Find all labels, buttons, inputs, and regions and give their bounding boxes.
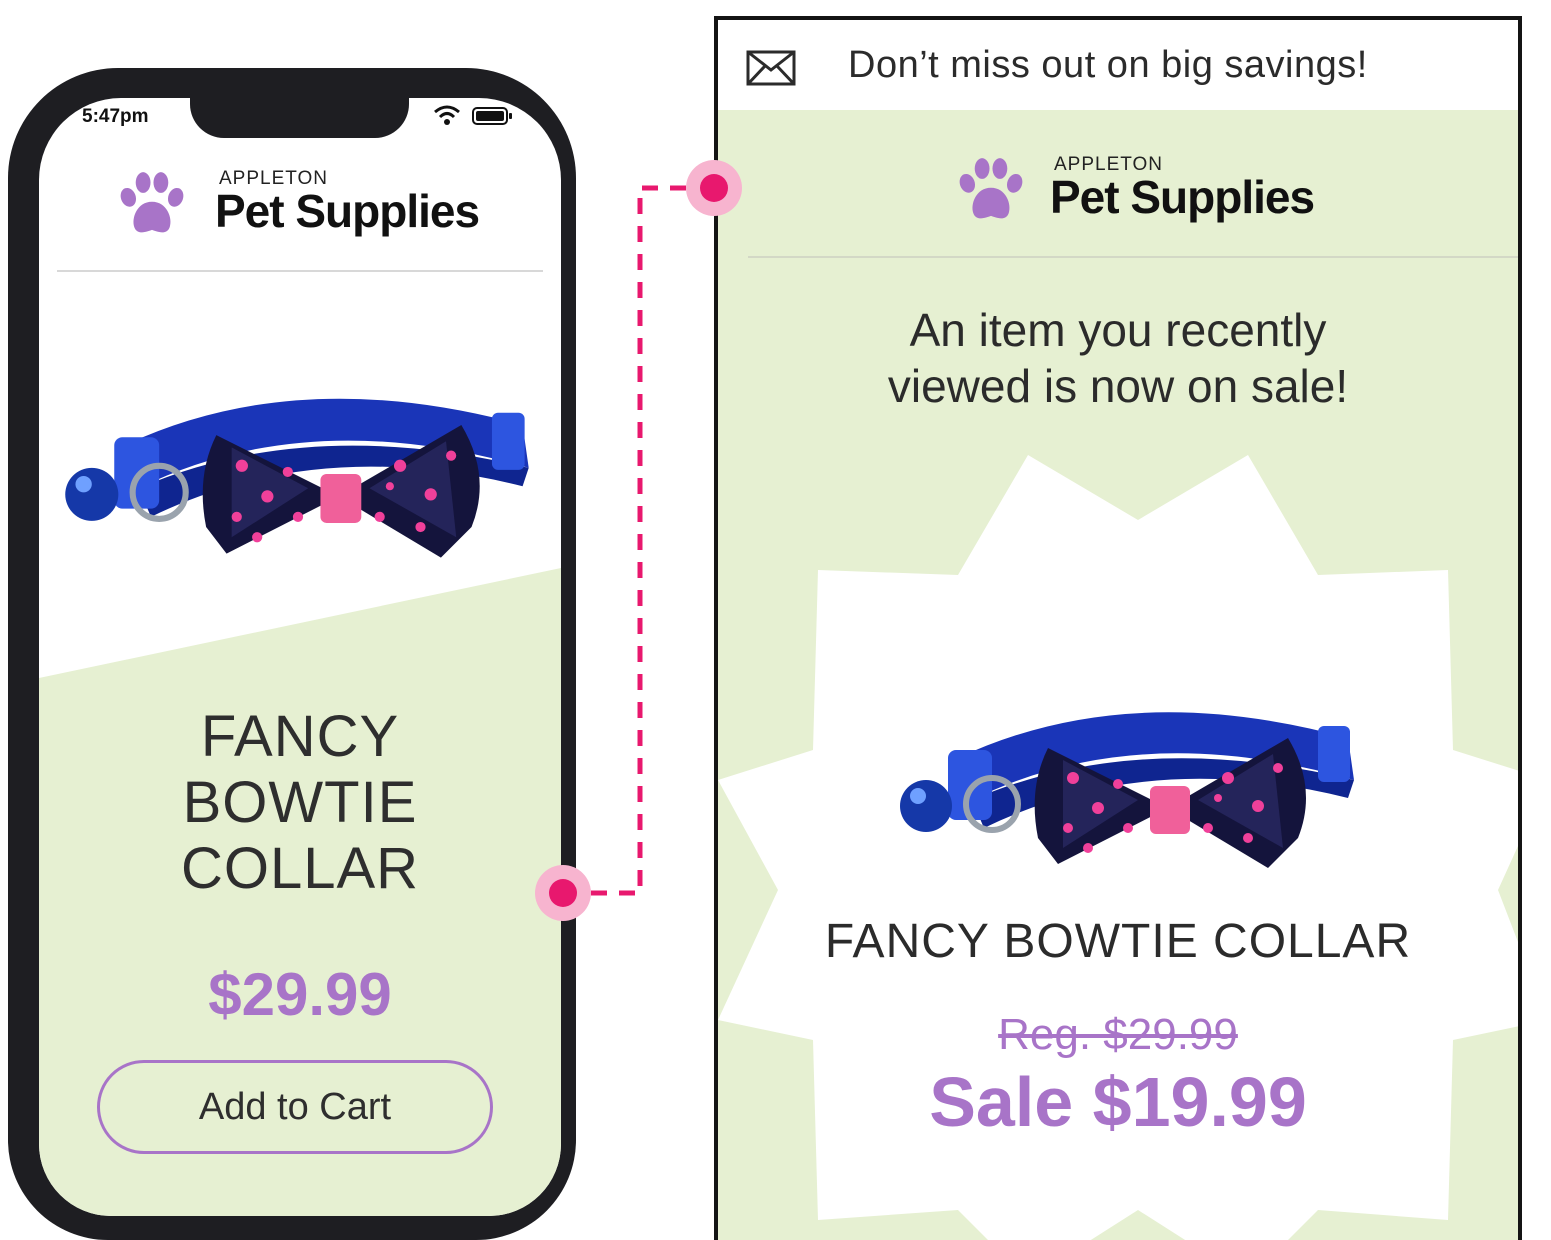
paw-icon: [115, 170, 189, 238]
phone-screen: 5:47pm APPLETON Pet Supplies FANCY BOWTI…: [39, 98, 561, 1216]
product-image: [53, 366, 543, 586]
phone-notch: [190, 98, 409, 138]
product-name: FANCY BOWTIE COLLAR: [824, 915, 1412, 968]
battery-icon: [472, 107, 512, 125]
paw-icon: [954, 156, 1028, 224]
status-icons: [434, 105, 512, 125]
product-name: FANCY BOWTIE COLLAR: [180, 704, 420, 901]
sale-price: Sale $19.99: [929, 1063, 1307, 1141]
email-headline: An item you recently viewed is now on sa…: [887, 304, 1349, 412]
mail-icon: [746, 50, 796, 86]
regular-price: Reg. $29.99: [998, 1010, 1238, 1059]
email-panel: Don’t miss out on big savings! APPLETON …: [714, 16, 1522, 1240]
status-time: 5:47pm: [82, 106, 149, 127]
logo-pet-supplies: Pet Supplies: [1050, 171, 1315, 223]
header-divider: [57, 270, 543, 272]
email-divider: [748, 256, 1518, 258]
store-logo[interactable]: APPLETON Pet Supplies: [115, 168, 485, 248]
phone-mockup: 5:47pm APPLETON Pet Supplies FANCY BOWTI…: [8, 68, 576, 1240]
logo-pet-supplies: Pet Supplies: [215, 185, 480, 237]
product-price: $29.99: [208, 961, 392, 1028]
add-to-cart-button[interactable]: Add to Cart: [97, 1060, 493, 1154]
email-subject: Don’t miss out on big savings!: [848, 44, 1368, 86]
green-diagonal-background: [39, 568, 561, 1216]
product-image: [888, 688, 1368, 888]
store-logo[interactable]: APPLETON Pet Supplies: [954, 154, 1324, 234]
email-header: Don’t miss out on big savings!: [718, 20, 1518, 110]
wifi-icon: [434, 105, 460, 125]
